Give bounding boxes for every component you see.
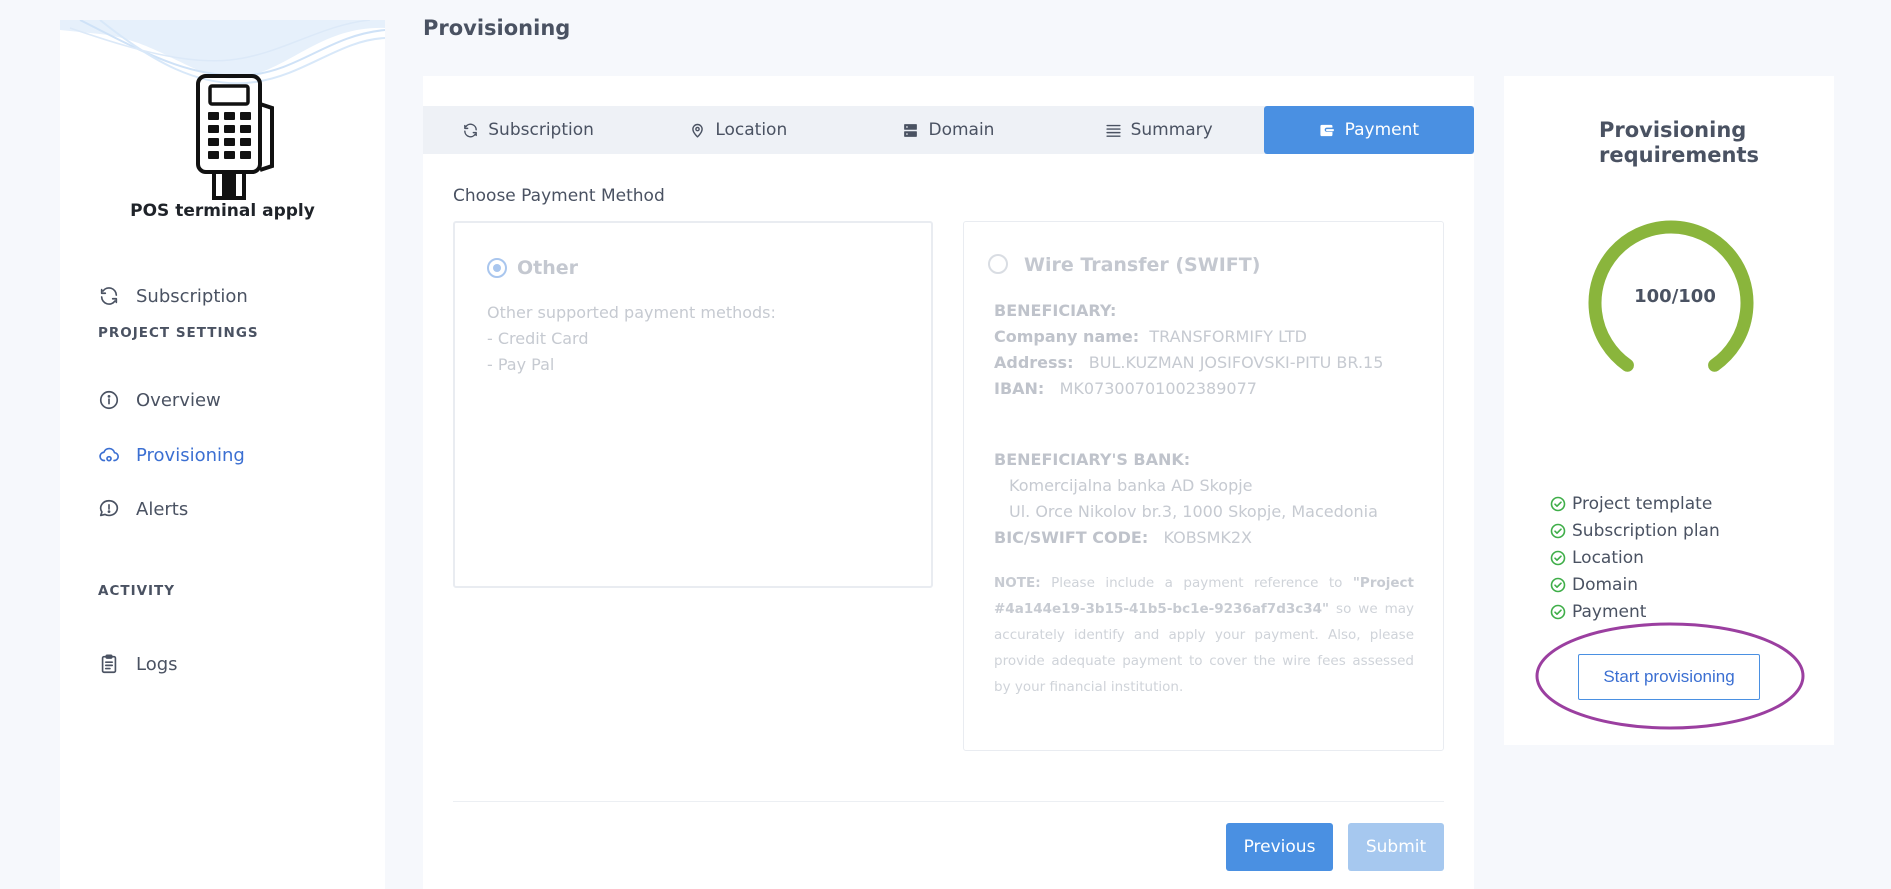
submit-button[interactable]: Submit <box>1348 823 1444 871</box>
tab-subscription[interactable]: Subscription <box>423 106 633 154</box>
app-name: POS terminal apply <box>130 201 315 221</box>
address-row: Address: BUL.KUZMAN JOSIFOVSKI-PITU BR.1… <box>994 353 1384 372</box>
method-paypal: - Pay Pal <box>487 355 555 374</box>
tab-label: Subscription <box>488 120 594 140</box>
option-title: Wire Transfer (SWIFT) <box>1024 254 1261 276</box>
tab-domain[interactable]: Domain <box>843 106 1053 154</box>
requirements-card: Provisioning requirements 100/100 Projec… <box>1504 76 1834 745</box>
bank-address: Ul. Orce Nikolov br.3, 1000 Skopje, Mace… <box>1009 502 1378 521</box>
tab-label: Domain <box>928 120 995 140</box>
tab-label: Location <box>715 120 788 140</box>
check-circle-icon <box>1550 604 1566 619</box>
divider <box>453 801 1444 802</box>
tab-summary[interactable]: Summary <box>1054 106 1264 154</box>
info-icon <box>99 390 119 410</box>
tab-label: Summary <box>1130 120 1213 140</box>
requirements-list: Project template Subscription plan Locat… <box>1550 490 1720 625</box>
server-icon <box>904 123 918 137</box>
tab-location[interactable]: Location <box>633 106 843 154</box>
requirement-item: Payment <box>1550 598 1720 625</box>
tab-label: Payment <box>1344 120 1420 140</box>
sidebar-item-logs[interactable]: Logs <box>98 649 178 679</box>
payment-method-label: Choose Payment Method <box>453 186 665 206</box>
option-title: Other <box>517 257 579 279</box>
gauge-score: 100/100 <box>1634 286 1716 307</box>
section-project-settings: PROJECT SETTINGS <box>98 325 259 341</box>
pos-terminal-icon <box>196 74 274 200</box>
wallet-icon <box>1320 124 1334 136</box>
page-title: Provisioning <box>423 16 571 40</box>
sidebar: POS terminal apply Subscription PROJECT … <box>60 20 385 889</box>
requirement-item: Location <box>1550 544 1720 571</box>
sidebar-item-subscription[interactable]: Subscription <box>98 281 248 311</box>
other-description: Other supported payment methods: <box>487 303 776 322</box>
radio-other[interactable] <box>487 258 507 278</box>
sidebar-item-alerts[interactable]: Alerts <box>98 494 188 524</box>
swift-row: BIC/SWIFT CODE: KOBSMK2X <box>994 528 1252 547</box>
map-pin-icon <box>692 123 704 138</box>
sidebar-item-label: Subscription <box>136 285 248 307</box>
requirement-item: Project template <box>1550 490 1720 517</box>
start-provisioning-button[interactable]: Start provisioning <box>1578 654 1760 700</box>
payment-option-wire[interactable]: Wire Transfer (SWIFT) BENEFICIARY: Compa… <box>963 221 1444 751</box>
refresh-icon <box>100 287 118 305</box>
sidebar-item-label: Overview <box>136 389 221 411</box>
sidebar-item-label: Logs <box>136 653 178 675</box>
iban-row: IBAN: MK07300701002389077 <box>994 379 1257 398</box>
company-row: Company name: TRANSFORMIFY LTD <box>994 327 1307 346</box>
check-circle-icon <box>1550 550 1566 565</box>
sidebar-item-provisioning[interactable]: Provisioning <box>98 440 245 470</box>
radio-wire[interactable] <box>988 254 1008 274</box>
sidebar-item-label: Alerts <box>136 498 189 520</box>
sidebar-item-label: Provisioning <box>136 444 245 466</box>
tab-payment[interactable]: Payment <box>1263 106 1474 154</box>
cloud-icon <box>99 447 119 462</box>
wire-note: NOTE: Please include a payment reference… <box>994 575 1414 695</box>
list-icon <box>1105 124 1121 137</box>
beneficiary-label: BENEFICIARY: <box>994 301 1117 320</box>
chat-alert-icon <box>99 499 119 517</box>
requirements-title: Provisioning requirements <box>1599 118 1759 167</box>
clipboard-icon <box>101 654 117 674</box>
previous-button[interactable]: Previous <box>1226 823 1333 871</box>
check-circle-icon <box>1550 577 1566 592</box>
check-circle-icon <box>1550 496 1566 511</box>
method-credit-card: - Credit Card <box>487 329 589 348</box>
sidebar-item-overview[interactable]: Overview <box>98 385 221 415</box>
requirement-item: Subscription plan <box>1550 517 1720 544</box>
requirement-item: Domain <box>1550 571 1720 598</box>
payment-option-other[interactable]: Other Other supported payment methods: -… <box>453 221 933 588</box>
bank-name: Komercijalna banka AD Skopje <box>1009 476 1253 495</box>
section-activity: ACTIVITY <box>98 583 176 599</box>
check-circle-icon <box>1550 523 1566 538</box>
wizard-tabs: Subscription Location Domain Summary Pay… <box>423 106 1474 154</box>
refresh-icon <box>464 123 478 137</box>
bank-label: BENEFICIARY'S BANK: <box>994 450 1191 469</box>
wizard-card: Subscription Location Domain Summary Pay… <box>423 76 1474 889</box>
